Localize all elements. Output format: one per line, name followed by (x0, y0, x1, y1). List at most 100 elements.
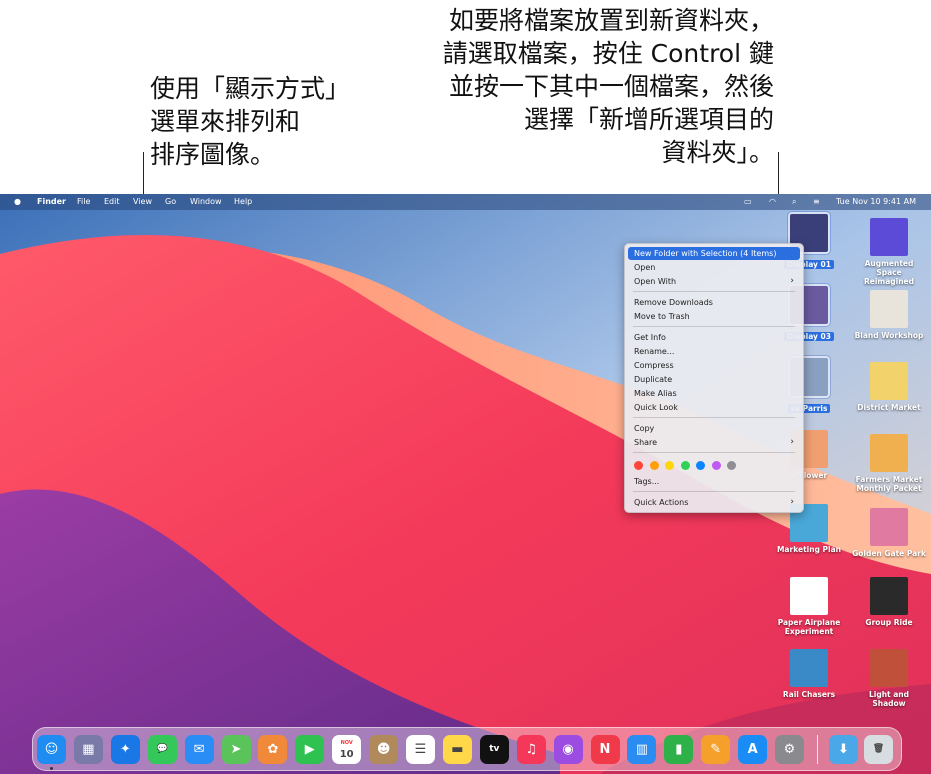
calendar-month: NOV (340, 740, 353, 746)
battery-icon[interactable]: ▭ (744, 197, 752, 206)
menu-item-open-with[interactable]: Open With › (628, 275, 800, 288)
desktop-file-icon[interactable]: Farmers Market Monthly Packet (852, 434, 926, 493)
keynote-icon[interactable]: ▥ (627, 735, 657, 764)
menu-item-compress[interactable]: Compress (628, 359, 800, 372)
contacts-icon[interactable]: ☻ (369, 735, 399, 764)
menu-item-new-folder-with-selection[interactable]: New Folder with Selection (4 Items) (628, 247, 800, 260)
callout-line: 排序圖像。 (150, 140, 276, 169)
desktop-file-icon[interactable]: Golden Gate Park (852, 508, 926, 558)
tag-color-dot[interactable] (711, 461, 721, 470)
context-menu: New Folder with Selection (4 Items) Open… (624, 243, 804, 513)
maps-icon[interactable]: ➤ (221, 735, 251, 764)
file-label: District Market (857, 403, 921, 412)
menu-item-quick-actions[interactable]: Quick Actions › (628, 496, 800, 509)
file-thumbnail (870, 577, 908, 615)
control-center-icon[interactable]: ≡ (813, 197, 820, 206)
menu-item-share[interactable]: Share › (628, 436, 800, 449)
callout-leader-line (143, 152, 144, 196)
desktop-file-icon[interactable]: Group Ride (852, 577, 926, 627)
callout-line: 選單來排列和 (150, 107, 301, 136)
tag-color-dot[interactable] (727, 461, 736, 470)
menu-item-tags[interactable]: Tags... (628, 475, 800, 488)
tag-color-dot[interactable] (649, 461, 659, 470)
tag-color-dot[interactable] (680, 461, 690, 470)
desktop-file-icon[interactable]: Light and Shadow (852, 649, 926, 708)
wifi-icon[interactable]: ◠ (769, 197, 776, 206)
trash-icon[interactable]: 🗑 (864, 735, 893, 764)
menu-item-move-to-trash[interactable]: Move to Trash (628, 310, 800, 323)
app-store-icon[interactable]: A (738, 735, 768, 764)
downloads-folder-icon[interactable]: ⬇ (829, 735, 858, 764)
tag-color-dot[interactable] (696, 461, 705, 470)
numbers-icon[interactable]: ▮ (664, 735, 694, 764)
mail-icon[interactable]: ✉ (184, 735, 214, 764)
menu-item-quick-look[interactable]: Quick Look (628, 401, 800, 414)
menu-item-make-alias[interactable]: Make Alias (628, 387, 800, 400)
podcasts-icon[interactable]: ◉ (553, 735, 583, 764)
news-icon[interactable]: N (590, 735, 620, 764)
file-thumbnail (790, 649, 828, 687)
tag-color-dot[interactable] (634, 461, 643, 470)
reminders-icon[interactable]: ☰ (406, 735, 435, 764)
file-thumbnail (870, 434, 908, 472)
apple-menu-icon[interactable]: ● (14, 197, 21, 206)
file-label: Golden Gate Park (852, 549, 926, 558)
callout-line: 資料夾」。 (661, 138, 774, 167)
calendar-icon[interactable]: NOV 10 (332, 735, 362, 764)
facetime-icon[interactable]: ▶ (295, 735, 325, 764)
safari-icon[interactable]: ✦ (110, 735, 140, 764)
chevron-right-icon: › (790, 276, 794, 286)
dock-divider (817, 735, 818, 764)
callout-new-folder: 如要將檔案放置到新資料夾， 請選取檔案，按住 Control 鍵 並按一下其中一… (394, 4, 774, 169)
menu-item-rename[interactable]: Rename... (628, 345, 800, 358)
desktop-file-icon[interactable]: Augmented Space Reimagined (852, 218, 926, 286)
menu-separator (633, 491, 795, 492)
file-label: Light and Shadow (868, 690, 910, 708)
desktop-file-icon[interactable]: Paper Airplane Experiment (772, 577, 846, 636)
desktop-file-icon[interactable]: Rail Chasers (772, 649, 846, 699)
menu-help[interactable]: Help (234, 197, 252, 206)
desktop-file-icon[interactable]: Bland Workshop (852, 290, 926, 340)
menu-separator (633, 417, 795, 418)
menubar-clock[interactable]: Tue Nov 10 9:41 AM (836, 197, 916, 206)
menu-item-open[interactable]: Open (628, 261, 800, 274)
file-thumbnail (790, 577, 828, 615)
calendar-day: 10 (339, 749, 354, 760)
music-icon[interactable]: ♫ (516, 735, 546, 764)
file-label: Marketing Plan (776, 545, 842, 554)
menu-finder[interactable]: Finder (37, 197, 66, 206)
finder-icon[interactable]: ☺ (37, 735, 66, 764)
apple-tv-icon[interactable]: tv (479, 735, 509, 764)
callout-line: 使用「顯示方式」 (150, 74, 351, 103)
spotlight-icon[interactable]: ⌕ (792, 197, 796, 207)
menu-edit[interactable]: Edit (104, 197, 120, 206)
menu-separator (633, 291, 795, 292)
menu-item-remove-downloads[interactable]: Remove Downloads (628, 296, 800, 309)
menu-window[interactable]: Window (190, 197, 222, 206)
tag-color-dot[interactable] (665, 461, 674, 470)
menu-view[interactable]: View (133, 197, 152, 206)
callout-line: 請選取檔案，按住 Control 鍵 (442, 39, 774, 68)
file-thumbnail (870, 508, 908, 546)
menu-bar: ● Finder File Edit View Go Window Help ▭… (0, 194, 931, 210)
menu-go[interactable]: Go (165, 197, 176, 206)
menu-separator (633, 326, 795, 327)
photos-icon[interactable]: ✿ (258, 735, 288, 764)
file-thumbnail (870, 290, 908, 328)
menu-item-duplicate[interactable]: Duplicate (628, 373, 800, 386)
system-preferences-icon[interactable]: ⚙ (775, 735, 804, 764)
notes-icon[interactable]: ▬ (442, 735, 472, 764)
file-label: Farmers Market Monthly Packet (855, 475, 923, 493)
file-label: Bland Workshop (854, 331, 924, 340)
file-label: Paper Airplane Experiment (777, 618, 841, 636)
callout-line: 選擇「新增所選項目的 (523, 105, 774, 134)
menu-item-copy[interactable]: Copy (628, 422, 800, 435)
callout-line: 如要將檔案放置到新資料夾， (448, 6, 774, 35)
messages-icon[interactable]: 💬 (147, 735, 177, 764)
menu-file[interactable]: File (77, 197, 90, 206)
pages-icon[interactable]: ✎ (701, 735, 731, 764)
launchpad-icon[interactable]: ▦ (73, 735, 103, 764)
menu-item-get-info[interactable]: Get Info (628, 331, 800, 344)
desktop-screen: ● Finder File Edit View Go Window Help ▭… (0, 194, 931, 774)
desktop-file-icon[interactable]: District Market (852, 362, 926, 412)
